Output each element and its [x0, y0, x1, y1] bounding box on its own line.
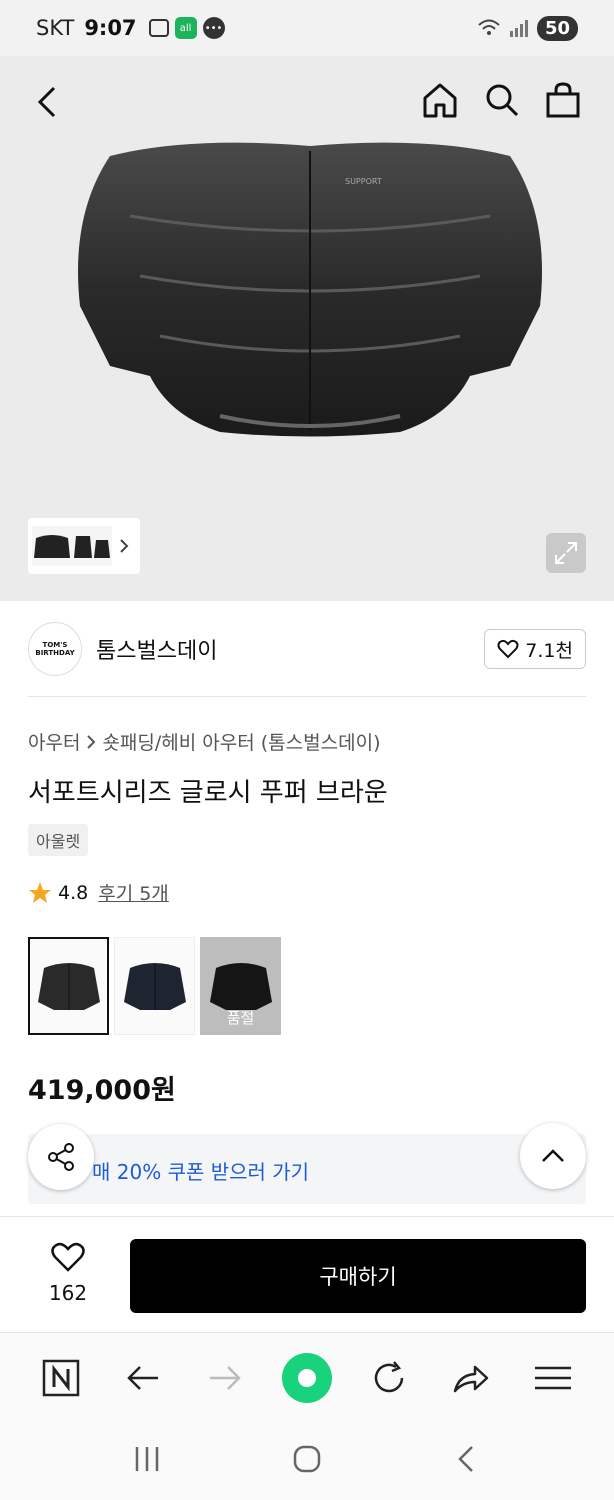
image-thumbnail-strip[interactable]	[28, 518, 140, 574]
divider	[28, 696, 586, 697]
hamburger-menu-icon	[535, 1366, 571, 1389]
app-notification-icon: all	[174, 17, 197, 39]
expand-icon	[555, 542, 577, 564]
home-nav-button[interactable]	[292, 1444, 322, 1478]
breadcrumb-subcategory[interactable]: 숏패딩/헤비 아우터 (톰스벌스데이)	[102, 728, 380, 755]
brand-name[interactable]: 톰스벌스데이	[96, 633, 217, 665]
review-link[interactable]: 후기 5개	[98, 879, 169, 906]
back-nav-button[interactable]	[452, 1444, 482, 1478]
breadcrumb: 아우터 숏패딩/헤비 아우터 (톰스벌스데이)	[28, 728, 380, 755]
product-title: 서포트시리즈 글로시 푸퍼 브라운	[28, 778, 388, 808]
signal-icon	[509, 20, 528, 37]
top-navigation	[0, 76, 614, 126]
wifi-icon	[478, 19, 500, 35]
home-button[interactable]	[420, 80, 460, 124]
breadcrumb-category[interactable]: 아우터	[28, 728, 80, 755]
variant-option[interactable]	[28, 937, 109, 1035]
brand-row[interactable]: TOM'S BIRTHDAY 톰스벌스데이 7.1천	[28, 620, 586, 678]
back-chevron-icon	[458, 1446, 473, 1472]
variant-image	[37, 963, 100, 1010]
variant-image	[123, 963, 186, 1010]
refresh-button[interactable]	[359, 1348, 419, 1408]
home-circle-icon	[293, 1445, 321, 1473]
chevron-right-icon	[87, 734, 96, 749]
recent-apps-button[interactable]	[132, 1444, 162, 1478]
search-icon	[486, 84, 519, 117]
naver-home-button[interactable]	[31, 1348, 91, 1408]
variant-image	[209, 963, 272, 1010]
brand-logo-text: TOM'S BIRTHDAY	[35, 641, 75, 657]
brand-like-count: 7.1천	[525, 639, 573, 662]
variant-option-soldout[interactable]: 품절	[200, 937, 281, 1035]
purchase-bar: 162 구매하기	[0, 1216, 614, 1332]
carrier-label: SKT	[36, 16, 75, 40]
forward-share-icon	[453, 1365, 489, 1392]
svg-text:SUPPORT: SUPPORT	[345, 177, 382, 186]
product-price: 419,000원	[28, 1075, 176, 1106]
naver-n-icon	[42, 1359, 80, 1396]
status-right: 50	[477, 15, 578, 41]
soldout-label: 품절	[226, 1009, 255, 1027]
star-icon	[29, 881, 51, 903]
green-dot-icon	[282, 1352, 332, 1403]
browser-toolbar	[0, 1332, 614, 1422]
wishlist-button[interactable]: 162	[40, 1241, 96, 1305]
recent-apps-icon	[135, 1447, 159, 1471]
browser-menu-button[interactable]	[523, 1348, 583, 1408]
shopping-bag-icon	[546, 82, 580, 118]
green-dot-button[interactable]	[277, 1348, 337, 1408]
system-navigation-bar	[0, 1422, 614, 1500]
product-photo: SUPPORT	[78, 142, 542, 437]
thumbnail-image	[32, 526, 112, 566]
coupon-text: 매 20% 쿠폰 받으러 가기	[92, 1160, 310, 1184]
arrow-left-icon	[127, 1365, 158, 1390]
clock: 9:07	[84, 16, 137, 40]
status-icons: all •••	[148, 17, 225, 39]
browser-forward-button[interactable]	[195, 1348, 255, 1408]
buy-button[interactable]: 구매하기	[130, 1239, 586, 1313]
heart-icon	[51, 1242, 85, 1272]
cart-button[interactable]	[543, 80, 583, 124]
rating-row: 4.8 후기 5개	[28, 879, 169, 906]
screenshot-icon	[148, 19, 169, 37]
share-button[interactable]	[28, 1124, 94, 1190]
brand-like-button[interactable]: 7.1천	[484, 629, 586, 669]
browser-back-button[interactable]	[113, 1348, 173, 1408]
rating-value: 4.8	[58, 881, 89, 904]
arrow-right-icon	[210, 1365, 241, 1390]
message-icon: •••	[202, 17, 225, 39]
color-variants: 품절	[28, 937, 281, 1035]
wishlist-count: 162	[48, 1281, 88, 1305]
brand-logo[interactable]: TOM'S BIRTHDAY	[28, 622, 82, 676]
heart-icon	[497, 639, 519, 659]
chevron-left-icon	[37, 86, 56, 118]
search-button[interactable]	[482, 80, 522, 124]
expand-image-button[interactable]	[546, 533, 586, 573]
variant-option[interactable]	[114, 937, 195, 1035]
product-image-area[interactable]: SUPPORT	[0, 56, 614, 601]
refresh-icon	[374, 1360, 404, 1392]
share-icon	[48, 1143, 74, 1171]
battery-indicator: 50	[536, 15, 578, 41]
outlet-badge: 아울렛	[28, 824, 89, 856]
chevron-up-icon	[542, 1149, 564, 1162]
chevron-right-icon	[120, 539, 129, 553]
back-button[interactable]	[30, 82, 66, 126]
status-bar: SKT 9:07 all ••• 50	[0, 0, 614, 56]
home-icon	[423, 83, 457, 118]
browser-share-button[interactable]	[441, 1348, 501, 1408]
coupon-banner[interactable]: 매 20% 쿠폰 받으러 가기	[28, 1134, 586, 1204]
scroll-top-button[interactable]	[520, 1123, 586, 1189]
